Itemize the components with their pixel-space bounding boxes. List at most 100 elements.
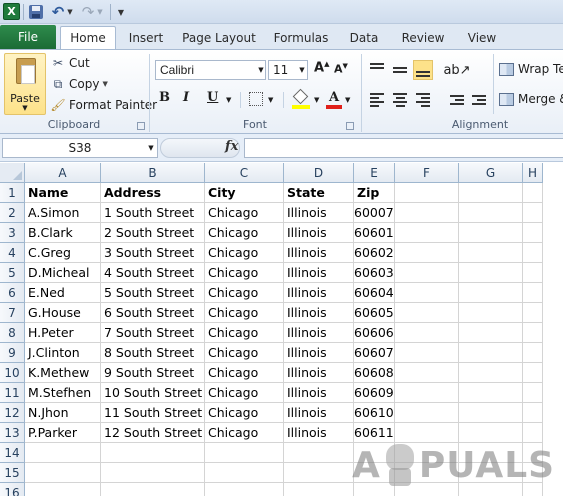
save-button[interactable] xyxy=(28,3,44,21)
column-header-e[interactable]: E xyxy=(354,163,395,183)
cell-b5[interactable]: 4 South Street xyxy=(101,263,205,283)
decrease-indent-button[interactable] xyxy=(447,90,467,110)
increase-indent-button[interactable] xyxy=(469,90,489,110)
cell-d16[interactable] xyxy=(284,483,354,496)
redo-dropdown[interactable]: ▼ xyxy=(96,3,104,21)
align-bottom-button[interactable] xyxy=(413,60,433,80)
cell-h11[interactable] xyxy=(523,383,543,403)
cell-d14[interactable] xyxy=(284,443,354,463)
italic-button[interactable]: I xyxy=(183,90,199,110)
merge-center-button[interactable]: Merge & xyxy=(499,92,563,106)
column-header-f[interactable]: F xyxy=(395,163,459,183)
cell-f8[interactable] xyxy=(395,323,459,343)
cell-b6[interactable]: 5 South Street xyxy=(101,283,205,303)
row-header[interactable]: 3 xyxy=(0,223,25,243)
cell-h10[interactable] xyxy=(523,363,543,383)
cell-a6[interactable]: E.Ned xyxy=(25,283,101,303)
cell-d15[interactable] xyxy=(284,463,354,483)
chevron-down-icon[interactable]: ▼ xyxy=(145,138,157,158)
cell-g9[interactable] xyxy=(459,343,523,363)
cell-f3[interactable] xyxy=(395,223,459,243)
cell-a14[interactable] xyxy=(25,443,101,463)
cell-h5[interactable] xyxy=(523,263,543,283)
cell-d10[interactable]: Illinois xyxy=(284,363,354,383)
cell-h8[interactable] xyxy=(523,323,543,343)
cell-b7[interactable]: 6 South Street xyxy=(101,303,205,323)
cell-b13[interactable]: 12 South Street xyxy=(101,423,205,443)
cell-g3[interactable] xyxy=(459,223,523,243)
align-left-button[interactable] xyxy=(367,90,387,110)
cell-h9[interactable] xyxy=(523,343,543,363)
cell-b9[interactable]: 8 South Street xyxy=(101,343,205,363)
tab-insert[interactable]: Insert xyxy=(122,26,170,49)
undo-button[interactable]: ↶ xyxy=(50,3,66,21)
shrink-font-button[interactable]: A▼ xyxy=(334,62,350,80)
cell-a10[interactable]: K.Methew xyxy=(25,363,101,383)
cell-c10[interactable]: Chicago xyxy=(205,363,284,383)
chevron-down-icon[interactable]: ▼ xyxy=(256,60,266,80)
cell-d8[interactable]: Illinois xyxy=(284,323,354,343)
font-name-box[interactable]: Calibri xyxy=(155,60,266,80)
cell-e7[interactable]: 60605 xyxy=(354,303,395,323)
align-right-button[interactable] xyxy=(413,90,433,110)
row-header[interactable]: 16 xyxy=(0,483,25,496)
cell-a4[interactable]: C.Greg xyxy=(25,243,101,263)
chevron-down-icon[interactable]: ▼ xyxy=(226,96,231,104)
cell-b1[interactable]: Address xyxy=(101,183,205,203)
cell-g11[interactable] xyxy=(459,383,523,403)
cell-h7[interactable] xyxy=(523,303,543,323)
bold-button[interactable]: B xyxy=(159,90,175,110)
cell-a9[interactable]: J.Clinton xyxy=(25,343,101,363)
cell-h1[interactable] xyxy=(523,183,543,203)
cell-f1[interactable] xyxy=(395,183,459,203)
cell-e2[interactable]: 60007 xyxy=(354,203,395,223)
tab-home[interactable]: Home xyxy=(60,26,116,49)
select-all-corner[interactable] xyxy=(0,163,25,183)
cell-c11[interactable]: Chicago xyxy=(205,383,284,403)
cell-f2[interactable] xyxy=(395,203,459,223)
row-header[interactable]: 2 xyxy=(0,203,25,223)
cut-button[interactable]: ✂ Cut xyxy=(50,53,90,73)
cell-f4[interactable] xyxy=(395,243,459,263)
row-header[interactable]: 4 xyxy=(0,243,25,263)
copy-button[interactable]: ⧉ Copy ▼ xyxy=(50,74,108,94)
cell-c8[interactable]: Chicago xyxy=(205,323,284,343)
cell-d2[interactable]: Illinois xyxy=(284,203,354,223)
column-header-b[interactable]: B xyxy=(101,163,205,183)
row-header[interactable]: 5 xyxy=(0,263,25,283)
clipboard-launcher-icon[interactable] xyxy=(137,122,145,130)
column-header-g[interactable]: G xyxy=(459,163,523,183)
cell-d5[interactable]: Illinois xyxy=(284,263,354,283)
cell-d11[interactable]: Illinois xyxy=(284,383,354,403)
cell-e1[interactable]: Zip xyxy=(354,183,395,203)
cell-h3[interactable] xyxy=(523,223,543,243)
formula-input[interactable] xyxy=(244,138,563,158)
cell-g7[interactable] xyxy=(459,303,523,323)
row-header[interactable]: 14 xyxy=(0,443,25,463)
chevron-down-icon[interactable]: ▼ xyxy=(5,104,45,112)
grow-font-button[interactable]: A▲ xyxy=(314,60,330,80)
fill-color-button[interactable] xyxy=(292,88,310,110)
cell-a16[interactable] xyxy=(25,483,101,496)
column-header-d[interactable]: D xyxy=(284,163,354,183)
cell-a1[interactable]: Name xyxy=(25,183,101,203)
cell-c6[interactable]: Chicago xyxy=(205,283,284,303)
tab-formulas[interactable]: Formulas xyxy=(268,26,334,49)
paste-button[interactable]: Paste ▼ xyxy=(4,53,46,115)
column-header-h[interactable]: H xyxy=(523,163,543,183)
cell-h12[interactable] xyxy=(523,403,543,423)
cell-e12[interactable]: 60610 xyxy=(354,403,395,423)
cell-e4[interactable]: 60602 xyxy=(354,243,395,263)
cell-b11[interactable]: 10 South Street xyxy=(101,383,205,403)
tab-review[interactable]: Review xyxy=(394,26,452,49)
cell-a2[interactable]: A.Simon xyxy=(25,203,101,223)
cell-a5[interactable]: D.Micheal xyxy=(25,263,101,283)
row-header[interactable]: 11 xyxy=(0,383,25,403)
cell-f7[interactable] xyxy=(395,303,459,323)
cell-b10[interactable]: 9 South Street xyxy=(101,363,205,383)
borders-button[interactable] xyxy=(249,92,263,106)
format-painter-button[interactable]: 🖌 Format Painter xyxy=(50,95,157,115)
cell-h6[interactable] xyxy=(523,283,543,303)
customize-qat-button[interactable]: ▼ xyxy=(115,3,127,21)
cell-b3[interactable]: 2 South Street xyxy=(101,223,205,243)
